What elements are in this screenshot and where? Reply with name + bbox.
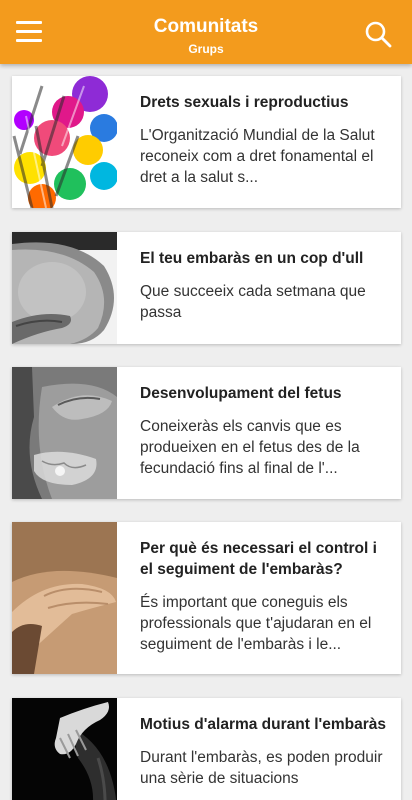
item-content: Desenvolupament del fetus Coneixeràs els… [140, 383, 387, 479]
item-description: Coneixeràs els canvis que es produeixen … [140, 418, 360, 477]
app-bar: Comunitats Grups [0, 0, 412, 64]
item-content: Per què és necessari el control i el seg… [140, 538, 387, 655]
item-title: Motius d'alarma durant l'embaràs [140, 716, 386, 733]
item-content: Motius d'alarma durant l'embaràs Durant … [140, 714, 387, 789]
item-image [12, 522, 117, 674]
item-content: El teu embaràs en un cop d'ull Que succe… [140, 248, 387, 323]
item-title: El teu embaràs en un cop d'ull [140, 250, 364, 267]
search-icon[interactable] [364, 20, 392, 48]
item-title: Per què és necessari el control i el seg… [140, 540, 377, 578]
item-content: Drets sexuals i reproductius L'Organitza… [140, 92, 387, 188]
list-item[interactable]: El teu embaràs en un cop d'ull Que succe… [12, 232, 401, 344]
item-image [12, 367, 117, 499]
page-title: Comunitats [153, 16, 259, 37]
page-subtitle: Grups [188, 42, 224, 56]
item-description: És important que coneguis els profession… [140, 594, 372, 653]
list-item[interactable]: Drets sexuals i reproductius L'Organitza… [12, 76, 401, 208]
list-item[interactable]: Motius d'alarma durant l'embaràs Durant … [12, 698, 401, 800]
item-title: Drets sexuals i reproductius [140, 94, 349, 111]
item-image [12, 76, 117, 208]
item-image [12, 698, 117, 800]
list-item[interactable]: Desenvolupament del fetus Coneixeràs els… [12, 367, 401, 499]
item-title: Desenvolupament del fetus [140, 385, 342, 402]
item-image [12, 232, 117, 344]
item-description: Durant l'embaràs, es poden produir una s… [140, 749, 383, 787]
item-description: Que succeeix cada setmana que passa [140, 283, 366, 321]
header-titles: Comunitats Grups [0, 16, 412, 57]
item-description: L'Organització Mundial de la Salut recon… [140, 127, 375, 186]
list-item[interactable]: Per què és necessari el control i el seg… [12, 522, 401, 674]
